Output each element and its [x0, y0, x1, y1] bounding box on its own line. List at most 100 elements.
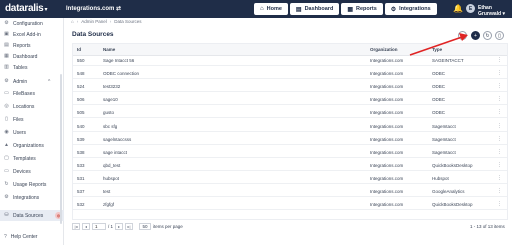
cell-type: GoogleAnalytics [432, 189, 465, 194]
table-row[interactable]: 537 test Integrations.com GoogleAnalytics ⋮ [73, 187, 507, 197]
sidebar-item-excel-add-in[interactable]: ▣ Excel Add-in [0, 29, 64, 40]
table-row[interactable]: 539 sagelntaccsss Integrations.com SageInta… [73, 135, 507, 145]
column-header-type[interactable]: Type [432, 47, 442, 52]
prev-page-button[interactable]: ◂ [82, 223, 90, 230]
breadcrumb-admin-panel[interactable]: Admin Panel [81, 19, 107, 24]
sidebar-item-devices[interactable]: ▭ Devices [0, 166, 64, 177]
table-row[interactable]: 550 Sage Intacct 56 Integrations.com SAGEIN… [73, 56, 507, 66]
sidebar-item-templates[interactable]: ▢ Templates [0, 153, 64, 164]
cell-name: sbc sfg [103, 123, 118, 129]
row-menu-icon[interactable]: ⋮ [497, 123, 502, 129]
sidebar-item-locations[interactable]: ◎ Locations [0, 101, 64, 112]
avatar[interactable]: E [466, 4, 475, 13]
cell-name: test3232 [103, 84, 121, 90]
nav-dashboard-button[interactable]: ▤ Dashboard [289, 3, 340, 15]
sidebar-item-dashboard[interactable]: ▦ Dashboard [0, 51, 64, 62]
table-icon: ▥ [4, 64, 9, 70]
table-row[interactable]: 531 hubspot Integrations.com Hubspot ⋮ [73, 174, 507, 184]
home-icon[interactable]: ⌂ [71, 19, 74, 24]
row-menu-icon[interactable]: ⋮ [497, 96, 502, 102]
logo[interactable]: dataralis▾ [5, 3, 47, 14]
next-page-button[interactable]: ▸ [115, 223, 124, 230]
help-center-link[interactable]: ? Help Center [0, 232, 64, 242]
file-icon: ▯ [5, 116, 8, 122]
nav-integrations-button[interactable]: ⚙ Integrations [384, 3, 437, 15]
row-menu-icon[interactable]: ⋮ [497, 83, 502, 89]
table-row[interactable]: 524 test3232 Integrations.com ODBC ⋮ [73, 82, 507, 93]
cell-name: sage10 [103, 97, 118, 103]
sidebar-item-users[interactable]: ◉ Users [0, 127, 64, 138]
cell-type: SAGEINTACCT [432, 58, 464, 63]
table-row[interactable]: 506 sage10 Integrations.com ODBC ⋮ [73, 95, 507, 106]
home-icon: ⌂ [260, 6, 264, 12]
gear-icon: ⚙ [4, 20, 9, 26]
cell-name: gusto [103, 110, 115, 116]
sidebar-scrollbar[interactable] [60, 74, 62, 224]
pagination: |◂ ◂ / 1 ▸ ▸| 50 items per page [72, 222, 183, 231]
bell-icon[interactable]: 🔔 [453, 4, 463, 13]
row-menu-icon[interactable]: ⋮ [497, 57, 502, 63]
row-menu-icon[interactable]: ⋮ [497, 201, 502, 207]
cell-organization: Integrations.com [370, 136, 404, 142]
table-row[interactable]: 538 sage intacct Integrations.com SageIntac… [73, 148, 507, 158]
sidebar-item-filebases[interactable]: ▭ FileBases [0, 88, 64, 99]
chevron-up-icon: ^ [48, 78, 51, 85]
table-row[interactable]: 532 zfgfgf Integrations.com QuickBooksDeskt… [73, 200, 507, 211]
cell-type: Hubspot [432, 175, 449, 181]
top-bar: dataralis▾ Integrations.com ⇄ ⌂ Home ▤ Das… [0, 0, 512, 18]
table-row[interactable]: 540 sbc sfg Integrations.com SageIntacct ⋮ [73, 122, 507, 132]
table-row[interactable]: 548 ODBC connection Integrations.com ODBC ⋮ [73, 69, 507, 80]
reports-icon: ▤ [4, 42, 9, 48]
sidebar-item-configuration[interactable]: ⚙ Configuration [0, 18, 64, 29]
sidebar-item-organizations[interactable]: ▲ Organizations [0, 140, 64, 151]
cell-type: QuickBooksDesktop [432, 162, 473, 168]
column-header-organization[interactable]: Organization [370, 47, 398, 52]
cell-organization: Integrations.com [370, 84, 404, 90]
breadcrumb-data-sources: Data Sources [114, 19, 142, 24]
excel-icon: ▣ [4, 31, 9, 37]
page-size-select[interactable]: 50 [139, 223, 152, 230]
cell-id: 539 [77, 136, 85, 142]
user-menu[interactable]: Ethan Grunwald ▾ [478, 5, 512, 17]
sidebar-item-reports[interactable]: ▤ Reports [0, 40, 64, 51]
export-button[interactable]: ▯ [495, 31, 504, 40]
cell-id: 533 [77, 162, 85, 168]
sidebar-item-files[interactable]: ▯ Files [0, 114, 64, 125]
cell-type: SageIntacct [432, 123, 456, 129]
column-header-id[interactable]: Id [77, 47, 81, 52]
search-button[interactable]: ⌕ [458, 31, 467, 40]
sidebar-item-tables[interactable]: ▥ Tables [0, 62, 64, 73]
column-header-name[interactable]: Name [103, 47, 115, 52]
nav-reports-button[interactable]: ▦ Reports [341, 3, 383, 15]
sidebar-item-integrations[interactable]: ⚙ Integrations [0, 192, 64, 203]
row-menu-icon[interactable]: ⋮ [497, 136, 502, 142]
row-menu-icon[interactable]: ⋮ [497, 162, 502, 168]
last-page-button[interactable]: ▸| [125, 223, 134, 230]
user-icon: ◉ [4, 129, 9, 135]
sidebar-item-usage-reports[interactable]: ↻ Usage Reports [0, 179, 64, 190]
row-menu-icon[interactable]: ⋮ [497, 149, 502, 155]
row-menu-icon[interactable]: ⋮ [497, 70, 502, 76]
breadcrumb: ⌂ › Admin Panel › Data Sources [71, 19, 142, 24]
integrations-icon: ⚙ [390, 6, 397, 13]
cell-type: ODBC [432, 110, 446, 116]
org-switcher[interactable]: Integrations.com ⇄ [66, 5, 121, 12]
search-icon: ⌕ [461, 32, 464, 39]
dashboard-icon: ▦ [4, 53, 9, 59]
refresh-button[interactable]: ↻ [483, 31, 492, 40]
sidebar-item-data-sources[interactable]: ⛁ Data Sources ◍ [0, 210, 64, 221]
row-menu-icon[interactable]: ⋮ [497, 188, 502, 194]
row-menu-icon[interactable]: ⋮ [497, 109, 502, 115]
cell-id: 548 [77, 71, 85, 77]
refresh-icon: ↻ [485, 32, 490, 39]
template-icon: ▢ [4, 155, 9, 161]
nav-home-button[interactable]: ⌂ Home [254, 3, 288, 15]
table-row[interactable]: 533 qbd_test Integrations.com QuickBooksDes… [73, 161, 507, 171]
page-number-input[interactable] [92, 223, 106, 230]
add-data-source-button[interactable]: + [471, 31, 480, 40]
row-menu-icon[interactable]: ⋮ [497, 175, 502, 181]
cell-organization: Integrations.com [370, 110, 404, 116]
table-row[interactable]: 505 gusto Integrations.com ODBC ⋮ [73, 108, 507, 119]
first-page-button[interactable]: |◂ [72, 223, 80, 230]
sidebar-item-admin[interactable]: ⚙ Admin ^ [0, 76, 64, 87]
